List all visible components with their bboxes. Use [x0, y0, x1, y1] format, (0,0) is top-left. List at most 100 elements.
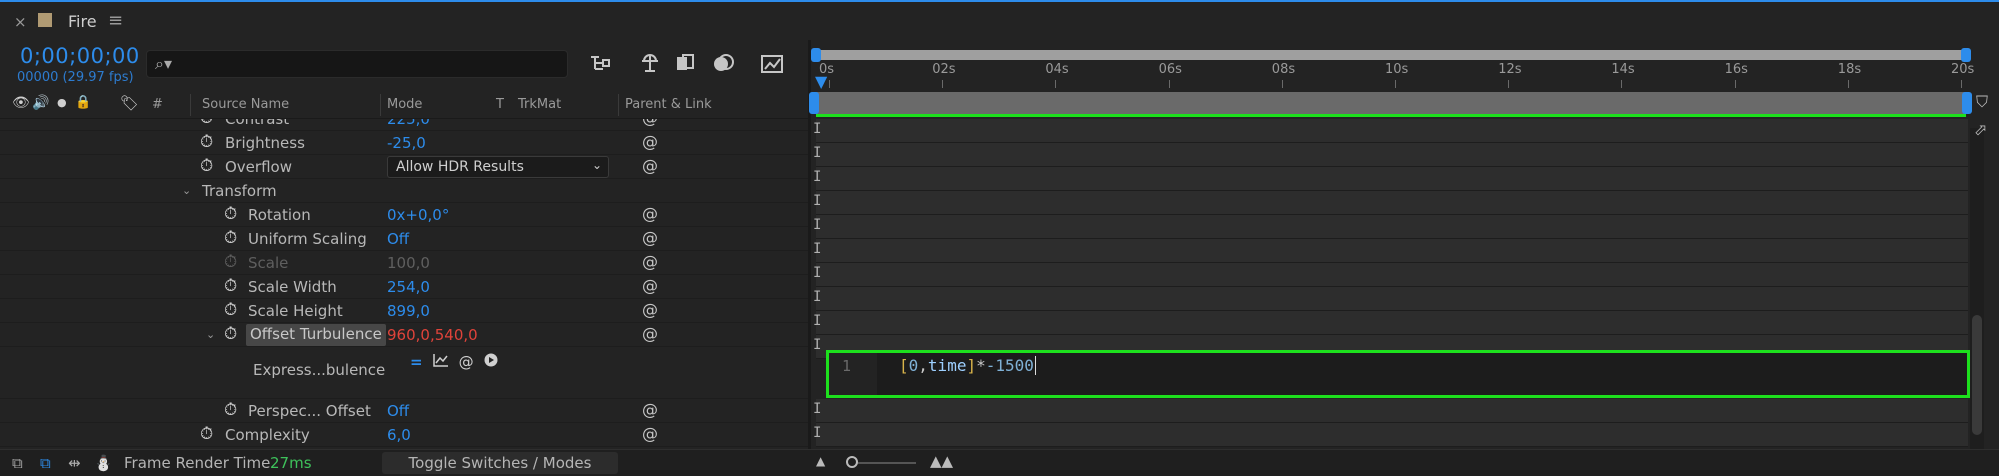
timeline-track-row[interactable]: I	[813, 143, 1968, 167]
layer-search-input[interactable]: ⌕▾	[146, 50, 568, 78]
stopwatch-icon[interactable]: ⏱	[224, 300, 237, 320]
expression-code[interactable]: [0,time]*-1500​	[899, 356, 1036, 375]
layer-switches-pane-icon[interactable]: ⧉	[12, 454, 23, 472]
property-row-overflow[interactable]: ⏱ Overflow Allow HDR Results ⌄ @	[0, 155, 810, 179]
close-tab-icon[interactable]: ×	[14, 13, 27, 31]
time-navigator-start-handle[interactable]	[811, 48, 821, 62]
timeline-track-row[interactable]: I	[813, 311, 1968, 335]
expression-graph-icon[interactable]	[432, 353, 449, 371]
stopwatch-icon[interactable]: ⏱	[224, 204, 237, 224]
property-row-complexity[interactable]: ⏱ Complexity 6,0 @	[0, 423, 810, 447]
timeline-track-row[interactable]: I	[813, 423, 1968, 447]
video-visibility-icon[interactable]: 👁	[12, 95, 30, 111]
expression-language-menu-icon[interactable]	[484, 353, 498, 371]
comp-marker-bin-icon[interactable]: ⛉	[1976, 92, 1988, 112]
timeline-track-row[interactable]: I	[813, 191, 1968, 215]
label-tag-icon[interactable]: 🏷	[120, 94, 139, 112]
timeline-track-row[interactable]: I	[813, 263, 1968, 287]
mode-header[interactable]: Mode	[387, 97, 422, 112]
stopwatch-icon[interactable]: ⏱	[200, 156, 213, 176]
offset-y-value[interactable]: 540,0	[435, 326, 478, 344]
pickwhip-icon[interactable]: @	[642, 156, 658, 175]
pickwhip-icon[interactable]: @	[642, 300, 658, 319]
comp-button-icon[interactable]: ⬀	[1974, 120, 1987, 139]
render-time-pane-icon[interactable]: ⛄	[94, 454, 113, 472]
property-group-transform[interactable]: ⌄ Transform	[0, 179, 810, 203]
stopwatch-icon[interactable]: ⏱	[224, 276, 237, 296]
time-navigator-bar[interactable]	[815, 50, 1967, 60]
draft-3d-icon[interactable]	[636, 50, 664, 76]
work-area-end-handle[interactable]	[1962, 92, 1972, 114]
solo-icon[interactable]: ●	[57, 96, 67, 109]
property-row-perspective-offset[interactable]: ⏱ Perspec... Offset Off @	[0, 399, 810, 423]
property-value[interactable]: 225,0	[387, 119, 430, 128]
stopwatch-icon[interactable]: ⏱	[200, 424, 213, 444]
source-name-header[interactable]: Source Name	[202, 97, 289, 112]
playhead-icon[interactable]: ▼	[815, 72, 827, 91]
property-value[interactable]: 254,0	[387, 278, 430, 296]
time-navigator-end-handle[interactable]	[1961, 48, 1971, 62]
property-row-uniform-scaling[interactable]: ⏱ Uniform Scaling Off @	[0, 227, 810, 251]
pickwhip-icon[interactable]: @	[642, 252, 658, 271]
pickwhip-icon[interactable]: @	[642, 324, 658, 343]
pickwhip-icon[interactable]: @	[642, 400, 658, 419]
property-row-rotation[interactable]: ⏱ Rotation 0x+0,0° @	[0, 203, 810, 227]
stopwatch-icon[interactable]: ⏱	[200, 132, 213, 152]
zoom-slider-track[interactable]	[850, 462, 916, 464]
zoom-out-icon[interactable]: ▲	[816, 454, 825, 468]
expression-editor[interactable]: 1 [0,time]*-1500​	[826, 350, 1970, 398]
frame-blending-icon[interactable]	[710, 50, 738, 76]
work-area-bar[interactable]	[816, 92, 1966, 114]
pickwhip-icon[interactable]: @	[642, 276, 658, 295]
selected-property-name-highlight[interactable]: Offset Turbulence	[246, 324, 386, 346]
property-value[interactable]: 0x+0,0°	[387, 206, 449, 224]
lock-icon[interactable]: 🔒	[75, 95, 91, 110]
stopwatch-icon[interactable]: ⏱	[200, 119, 213, 128]
pickwhip-icon[interactable]: @	[642, 204, 658, 223]
property-row-brightness[interactable]: ⏱ Brightness -25,0 @	[0, 131, 810, 155]
chevron-down-icon[interactable]: ⌄	[206, 328, 215, 341]
enable-expression-icon[interactable]: =	[410, 353, 423, 371]
audio-icon[interactable]: 🔊	[32, 95, 49, 111]
timeline-track-row[interactable]: I	[813, 215, 1968, 239]
stopwatch-icon[interactable]: ⏱	[224, 324, 237, 344]
timeline-track-row[interactable]: I	[813, 287, 1968, 311]
parent-link-header[interactable]: Parent & Link	[625, 97, 712, 112]
property-row-offset-turbulence[interactable]: ⌄ ⏱ Offset Turbulence 960,0,540,0 @	[0, 323, 810, 347]
timeline-track-row[interactable]: I	[813, 399, 1968, 423]
stopwatch-icon[interactable]: ⏱	[224, 400, 237, 420]
zoom-slider-knob[interactable]	[846, 456, 858, 468]
property-value[interactable]: 960,0,540,0	[387, 326, 478, 344]
timeline-track-row[interactable]: I	[813, 167, 1968, 191]
offset-x-value[interactable]: 960,0	[387, 326, 430, 344]
timeline-track-row[interactable]: I	[813, 239, 1968, 263]
composition-tab-title[interactable]: Fire	[68, 12, 97, 31]
pickwhip-icon[interactable]: @	[642, 424, 658, 443]
timeline-track-row[interactable]: I	[813, 119, 1968, 143]
property-value[interactable]: 6,0	[387, 426, 411, 444]
property-value[interactable]: 899,0	[387, 302, 430, 320]
trkmat-header[interactable]: TrkMat	[518, 97, 561, 112]
composition-mini-flowchart-icon[interactable]	[586, 50, 614, 76]
toggle-switches-modes-button[interactable]: Toggle Switches / Modes	[382, 452, 618, 474]
transfer-controls-pane-icon[interactable]: ⧉	[40, 454, 51, 472]
property-row-scale-height[interactable]: ⏱ Scale Height 899,0 @	[0, 299, 810, 323]
overflow-dropdown[interactable]: Allow HDR Results ⌄	[387, 156, 609, 178]
pickwhip-icon[interactable]: @	[642, 228, 658, 247]
in-out-pane-icon[interactable]: ⇹	[68, 454, 81, 472]
property-value[interactable]: Off	[387, 230, 409, 248]
property-row-contrast[interactable]: ⏱ Contrast 225,0 @	[0, 119, 810, 131]
expression-pickwhip-icon[interactable]: @	[459, 353, 474, 371]
pickwhip-icon[interactable]: @	[642, 132, 658, 151]
current-time-display[interactable]: 0;00;00;00	[20, 44, 140, 68]
motion-blur-graph-icon[interactable]	[758, 50, 786, 76]
panel-menu-icon[interactable]: ≡	[108, 10, 123, 31]
property-value[interactable]: -25,0	[387, 134, 426, 152]
work-area-start-handle[interactable]	[809, 92, 819, 114]
property-row-scale-width[interactable]: ⏱ Scale Width 254,0 @	[0, 275, 810, 299]
property-value[interactable]: Off	[387, 402, 409, 420]
zoom-in-icon[interactable]: ▲▲	[930, 452, 953, 470]
chevron-down-icon[interactable]: ⌄	[182, 184, 191, 197]
stopwatch-icon[interactable]: ⏱	[224, 228, 237, 248]
pickwhip-icon[interactable]: @	[642, 119, 658, 127]
